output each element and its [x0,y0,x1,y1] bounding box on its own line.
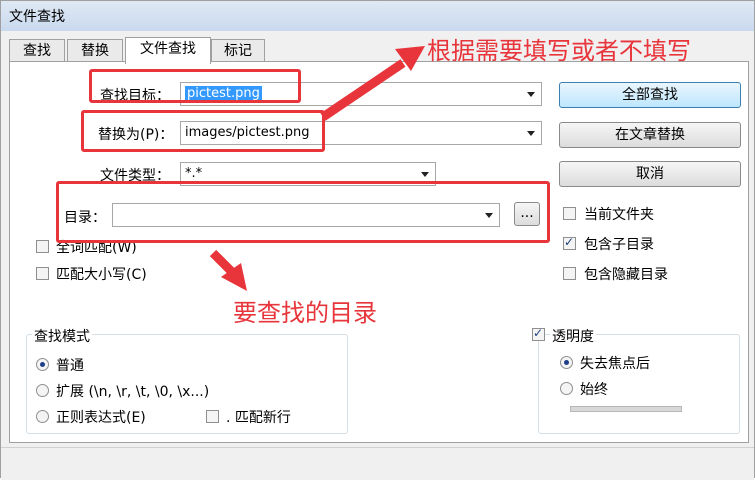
annotation-arrows [209,46,425,291]
find-in-files-dialog: 文件查找 查找 替换 文件查找 标记 查找目标： pictest.png 替换为… [0,0,755,480]
tab-find-in-files[interactable]: 文件查找 [125,37,211,64]
arrow-line-dir [209,249,237,277]
arrow-line-top [320,59,406,121]
annotation-top-note: 根据需要填写或者不填写 [427,37,691,65]
annotation-dir-note: 要查找的目录 [233,299,377,327]
